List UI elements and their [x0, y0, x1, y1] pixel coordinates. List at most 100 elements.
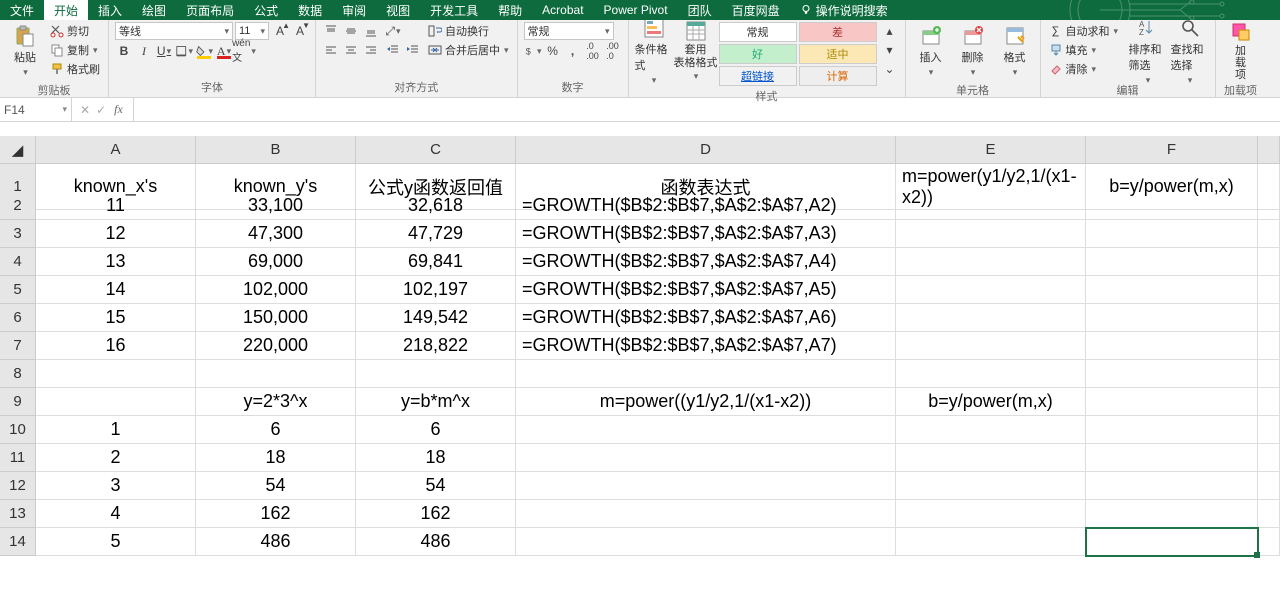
cut-button[interactable]: 剪切 — [48, 22, 102, 40]
worksheet-grid[interactable]: ◢ A B C D E F 1 known_x's known_y's 公式y函… — [0, 136, 1280, 556]
cell-D11[interactable] — [516, 444, 896, 472]
tab-developer[interactable]: 开发工具 — [420, 0, 488, 20]
cell-D13[interactable] — [516, 500, 896, 528]
cell-A13[interactable]: 4 — [36, 500, 196, 528]
cell-F7[interactable] — [1086, 332, 1258, 360]
merge-center-button[interactable]: 合并后居中▾ — [426, 41, 511, 59]
tab-power-pivot[interactable]: Power Pivot — [594, 0, 678, 20]
format-as-table-button[interactable]: 套用 表格格式▾ — [677, 22, 715, 80]
tab-baidu[interactable]: 百度网盘 — [722, 0, 790, 20]
select-all-corner[interactable]: ◢ — [0, 136, 36, 164]
tab-acrobat[interactable]: Acrobat — [532, 0, 593, 20]
tab-insert[interactable]: 插入 — [88, 0, 132, 20]
row-header-12[interactable]: 12 — [0, 472, 36, 500]
formula-cancel-button[interactable]: ✕ — [80, 103, 90, 117]
row-header-9[interactable]: 9 — [0, 388, 36, 416]
number-format-combo[interactable]: 常规▾ — [524, 22, 614, 40]
fill-color-button[interactable]: ▾ — [195, 42, 213, 60]
col-header-F[interactable]: F — [1086, 136, 1258, 164]
col-header-D[interactable]: D — [516, 136, 896, 164]
style-calc[interactable]: 计算 — [799, 66, 877, 86]
cell-C10[interactable]: 6 — [356, 416, 516, 444]
cell-A8[interactable] — [36, 360, 196, 388]
align-top-button[interactable] — [322, 22, 340, 40]
tab-formulas[interactable]: 公式 — [244, 0, 288, 20]
insert-cells-button[interactable]: 插入▾ — [912, 22, 950, 80]
cell-A12[interactable]: 3 — [36, 472, 196, 500]
cell-blank-12[interactable] — [1258, 472, 1280, 500]
percent-button[interactable]: % — [544, 42, 562, 60]
cell-blank-2[interactable] — [1258, 192, 1280, 220]
cell-C12[interactable]: 54 — [356, 472, 516, 500]
border-button[interactable]: ▾ — [175, 42, 193, 60]
cell-E6[interactable] — [896, 304, 1086, 332]
col-header-C[interactable]: C — [356, 136, 516, 164]
tell-me-search[interactable]: 操作说明搜索 — [790, 0, 898, 20]
autosum-button[interactable]: ∑自动求和▾ — [1047, 22, 1125, 40]
cell-D10[interactable] — [516, 416, 896, 444]
row-header-3[interactable]: 3 — [0, 220, 36, 248]
row-header-7[interactable]: 7 — [0, 332, 36, 360]
cell-B10[interactable]: 6 — [196, 416, 356, 444]
bold-button[interactable]: B — [115, 42, 133, 60]
style-good[interactable]: 好 — [719, 44, 797, 64]
tab-file[interactable]: 文件 — [0, 0, 44, 20]
cell-D6[interactable]: =GROWTH($B$2:$B$7,$A$2:$A$7,A6) — [516, 304, 896, 332]
cell-A3[interactable]: 12 — [36, 220, 196, 248]
sort-filter-button[interactable]: AZ 排序和筛选▾ — [1129, 22, 1167, 80]
cell-C9[interactable]: y=b*m^x — [356, 388, 516, 416]
comma-button[interactable]: , — [564, 42, 582, 60]
align-middle-button[interactable] — [342, 22, 360, 40]
cell-A11[interactable]: 2 — [36, 444, 196, 472]
cell-A5[interactable]: 14 — [36, 276, 196, 304]
cell-B12[interactable]: 54 — [196, 472, 356, 500]
cell-E7[interactable] — [896, 332, 1086, 360]
align-center-button[interactable] — [342, 41, 360, 59]
cell-blank-6[interactable] — [1258, 304, 1280, 332]
underline-button[interactable]: U▾ — [155, 42, 173, 60]
cell-A2[interactable]: 11 — [36, 192, 196, 220]
paste-button[interactable]: 粘贴 ▾ — [6, 22, 44, 80]
accounting-format-button[interactable]: $▾ — [524, 42, 542, 60]
fill-button[interactable]: 填充▾ — [1047, 41, 1125, 59]
cell-C5[interactable]: 102,197 — [356, 276, 516, 304]
phonetic-button[interactable]: wén文▾ — [235, 42, 253, 60]
cell-F12[interactable] — [1086, 472, 1258, 500]
cell-B4[interactable]: 69,000 — [196, 248, 356, 276]
delete-cells-button[interactable]: 删除▾ — [954, 22, 992, 80]
cell-F11[interactable] — [1086, 444, 1258, 472]
cell-E11[interactable] — [896, 444, 1086, 472]
tab-page-layout[interactable]: 页面布局 — [176, 0, 244, 20]
cell-F2[interactable] — [1086, 192, 1258, 220]
row-header-6[interactable]: 6 — [0, 304, 36, 332]
row-header-11[interactable]: 11 — [0, 444, 36, 472]
cell-C8[interactable] — [356, 360, 516, 388]
cell-D4[interactable]: =GROWTH($B$2:$B$7,$A$2:$A$7,A4) — [516, 248, 896, 276]
cell-B9[interactable]: y=2*3^x — [196, 388, 356, 416]
cell-D14[interactable] — [516, 528, 896, 556]
cell-C2[interactable]: 32,618 — [356, 192, 516, 220]
tab-view[interactable]: 视图 — [376, 0, 420, 20]
cell-blank-5[interactable] — [1258, 276, 1280, 304]
cell-E8[interactable] — [896, 360, 1086, 388]
cell-A7[interactable]: 16 — [36, 332, 196, 360]
row-header-4[interactable]: 4 — [0, 248, 36, 276]
increase-decimal-button[interactable]: .0.00 — [584, 42, 602, 60]
cell-blank-3[interactable] — [1258, 220, 1280, 248]
cell-E5[interactable] — [896, 276, 1086, 304]
align-bottom-button[interactable] — [362, 22, 380, 40]
gallery-scroll-down[interactable]: ▾ — [881, 41, 899, 59]
increase-font-button[interactable]: A▲ — [271, 22, 289, 40]
cell-B11[interactable]: 18 — [196, 444, 356, 472]
cell-D5[interactable]: =GROWTH($B$2:$B$7,$A$2:$A$7,A5) — [516, 276, 896, 304]
cell-B2[interactable]: 33,100 — [196, 192, 356, 220]
increase-indent-button[interactable] — [404, 41, 422, 59]
cell-B13[interactable]: 162 — [196, 500, 356, 528]
cell-blank-13[interactable] — [1258, 500, 1280, 528]
cell-B8[interactable] — [196, 360, 356, 388]
cell-blank-11[interactable] — [1258, 444, 1280, 472]
cell-B3[interactable]: 47,300 — [196, 220, 356, 248]
style-bad[interactable]: 差 — [799, 22, 877, 42]
style-moderate[interactable]: 适中 — [799, 44, 877, 64]
find-select-button[interactable]: 查找和选择▾ — [1171, 22, 1209, 80]
